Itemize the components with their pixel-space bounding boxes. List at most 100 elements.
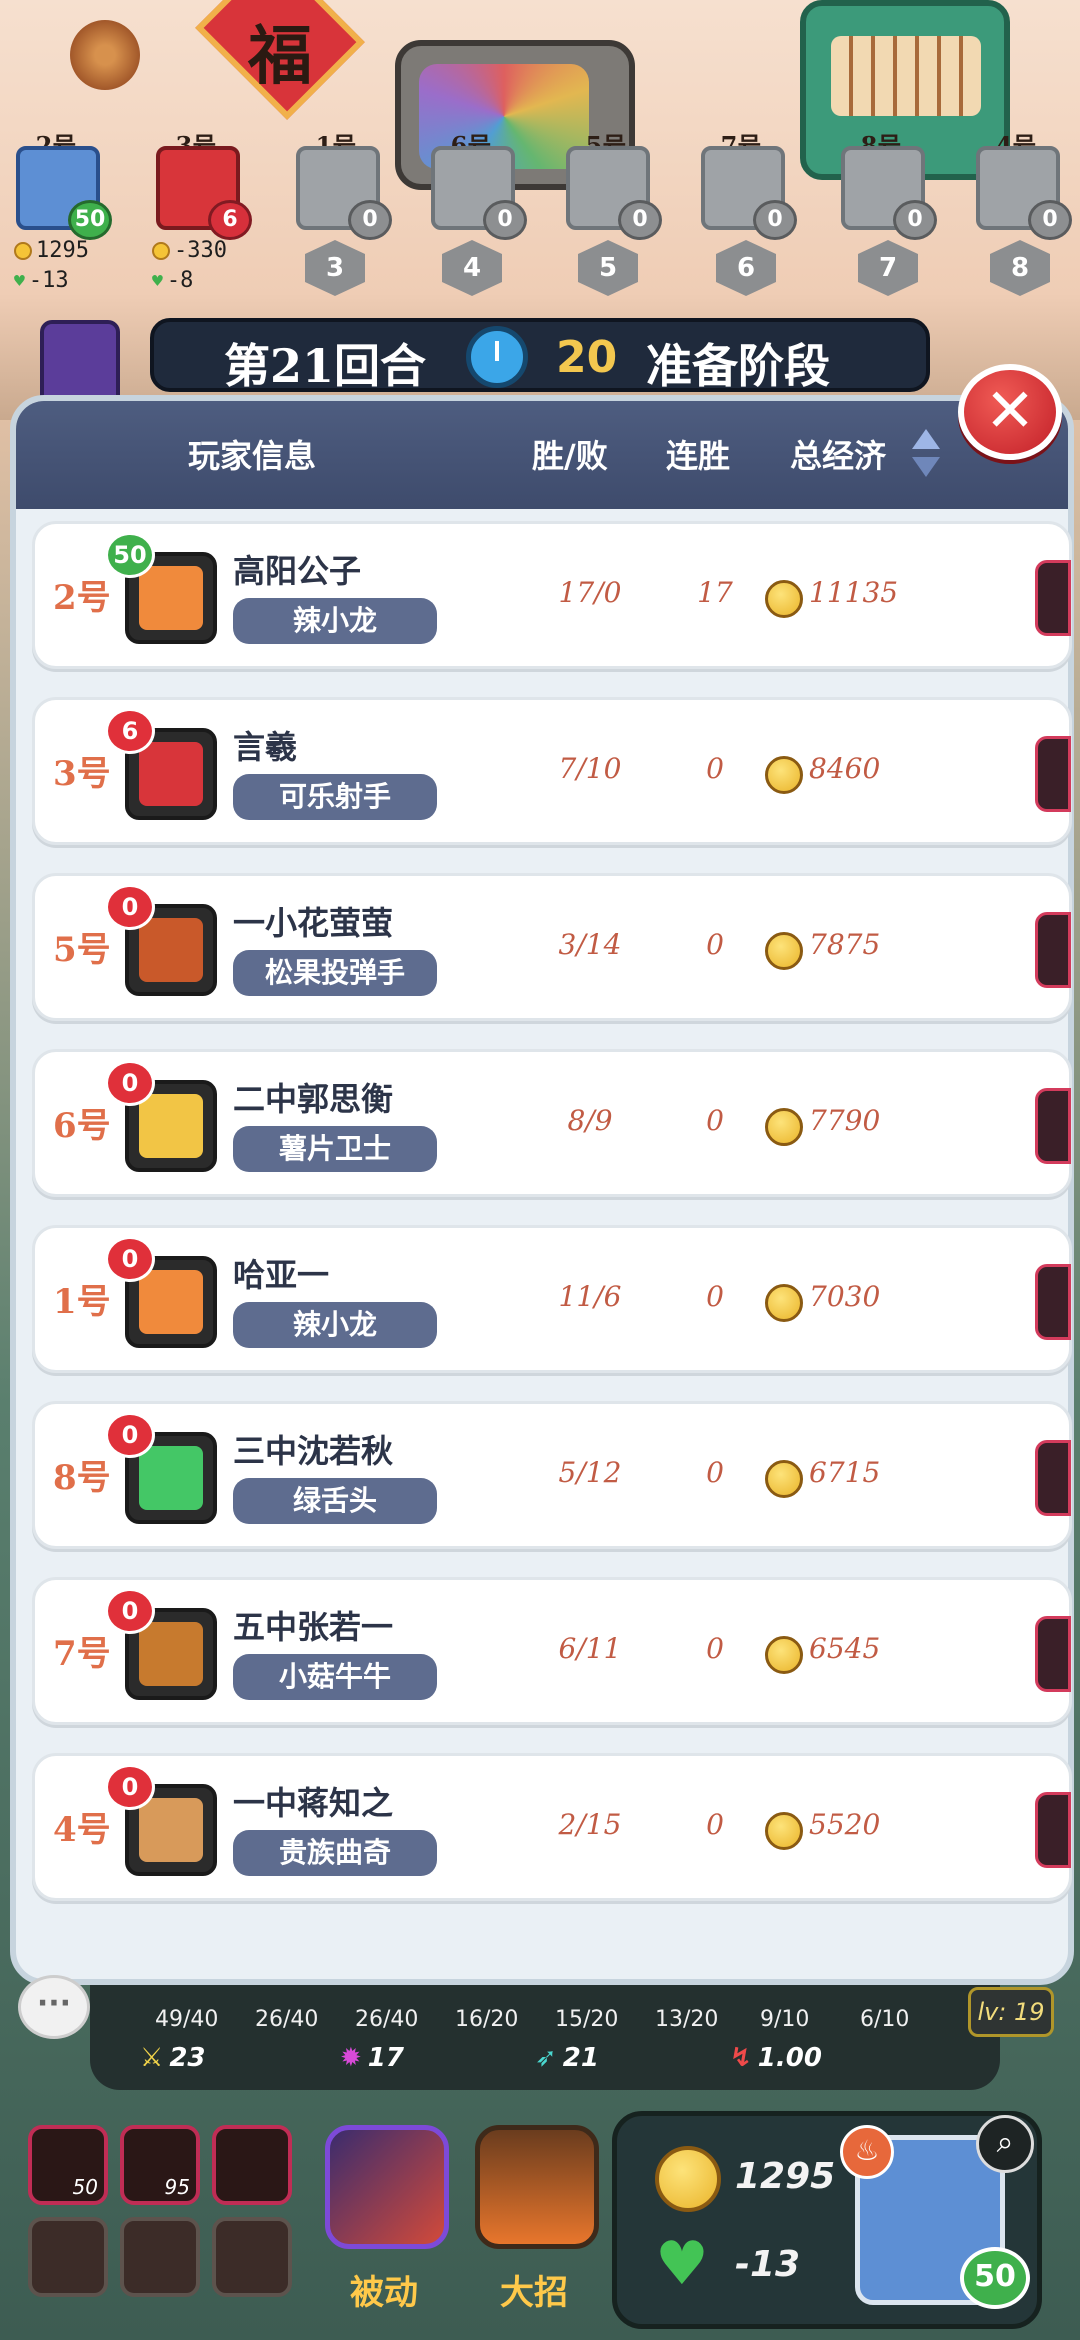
player-row[interactable]: 3号 6 言羲 可乐射手 7/10 0 8460: [32, 697, 1072, 845]
synergy-progress: 26/40: [255, 2007, 319, 2032]
magnifier-icon[interactable]: ⌕: [976, 2115, 1034, 2173]
close-button[interactable]: ✕: [958, 364, 1062, 460]
total-economy: 7790: [809, 1104, 881, 1137]
phase-label: 准备阶段: [646, 339, 830, 393]
header-win-loss[interactable]: 胜/败: [532, 431, 608, 477]
bomb-item[interactable]: [120, 2217, 200, 2297]
heart-icon: 6: [208, 200, 252, 240]
row-seat: 5号: [53, 930, 111, 970]
passive-skill-button[interactable]: [325, 2125, 449, 2249]
sword-icon: ⚔: [140, 2043, 164, 2073]
coin-icon: [765, 580, 803, 618]
passive-skill-label: 被动: [350, 2273, 418, 2313]
win-loss: 3/14: [558, 928, 622, 961]
burst-icon: ✹: [340, 2043, 362, 2073]
lightning-icon: ↯: [730, 2043, 752, 2073]
scoreboard-header: 玩家信息 胜/败 连胜 总经济: [16, 401, 1068, 509]
win-loss: 2/15: [558, 1808, 622, 1841]
ultimate-skill-label: 大招: [500, 2273, 568, 2313]
player-slots: 2号 50 3号 6 1号 0 6号 0 5号 0 7号 0: [10, 130, 1080, 250]
fu-text: 福: [248, 19, 312, 94]
player-row[interactable]: 7号 0 五中张若一 小菇牛牛 6/11 0 6545: [32, 1577, 1072, 1725]
coin-icon: [765, 1812, 803, 1850]
gramophone-decor: [70, 20, 140, 90]
win-streak: 0: [706, 1280, 724, 1313]
stats-bar: 49/40 26/40 26/40 16/20 15/20 13/20 9/10…: [90, 1985, 1000, 2090]
header-streak[interactable]: 连胜: [666, 431, 730, 477]
win-loss: 8/9: [567, 1104, 613, 1137]
total-economy: 7030: [809, 1280, 881, 1313]
round-status-bar: 第21回合 20 准备阶段: [150, 318, 930, 393]
bottom-hud: 49/40 26/40 26/40 16/20 15/20 13/20 9/10…: [0, 1975, 1080, 2340]
header-player-info: 玩家信息: [188, 437, 317, 475]
position-badge: 3: [305, 240, 365, 296]
row-seat: 6号: [53, 1106, 111, 1146]
gun-item[interactable]: [212, 2217, 292, 2297]
player-row[interactable]: 6号 0 二中郭思衡 薯片卫士 8/9 0 7790: [32, 1049, 1072, 1197]
item-tab[interactable]: [1035, 912, 1071, 988]
hero-name: 可乐射手: [233, 774, 437, 820]
item-tab[interactable]: [1035, 1088, 1071, 1164]
fire-icon[interactable]: ♨: [840, 2125, 894, 2179]
coin-pack-item[interactable]: 95: [120, 2125, 200, 2205]
position-badge: 4: [442, 240, 502, 296]
ultimate-skill-button[interactable]: [475, 2125, 599, 2249]
letter-item[interactable]: [212, 2125, 292, 2205]
item-tab[interactable]: [1035, 560, 1071, 636]
item-tab[interactable]: [1035, 1616, 1071, 1692]
synergy-progress: 13/20: [655, 2007, 719, 2032]
player-row[interactable]: 1号 0 哈亚一 辣小龙 11/6 0 7030: [32, 1225, 1072, 1373]
player-row[interactable]: 5号 0 一小花萤萤 松果投弹手 3/14 0 7875: [32, 873, 1072, 1021]
player-name: 二中郭思衡: [233, 1080, 394, 1118]
synergy-progress: 26/40: [355, 2007, 419, 2032]
row-seat: 7号: [53, 1634, 111, 1674]
broken-heart-icon: ♥: [655, 2229, 709, 2299]
sort-arrows-icon[interactable]: [912, 429, 942, 483]
player-name: 哈亚一: [233, 1256, 330, 1294]
hero-name: 贵族曲奇: [233, 1830, 437, 1876]
heart-icon: 0: [1028, 200, 1072, 240]
total-economy: 6715: [809, 1456, 881, 1489]
win-loss: 7/10: [558, 752, 622, 785]
win-streak: 0: [706, 1456, 724, 1489]
chat-icon[interactable]: ···: [18, 1975, 90, 2039]
header-economy[interactable]: 总经济: [790, 431, 886, 477]
player-row[interactable]: 2号 50 高阳公子 辣小龙 17/0 17 11135: [32, 521, 1072, 669]
coin-icon: [765, 932, 803, 970]
item-tab[interactable]: [1035, 1792, 1071, 1868]
coin-icon: [765, 1636, 803, 1674]
heart-icon: 0: [483, 200, 527, 240]
hero-name: 松果投弹手: [233, 950, 437, 996]
win-streak: 0: [706, 1632, 724, 1665]
player-name: 一小花萤萤: [233, 904, 394, 942]
position-badge: 5: [578, 240, 638, 296]
win-streak: 17: [697, 576, 733, 609]
hero-name: 小菇牛牛: [233, 1654, 437, 1700]
win-loss: 5/12: [558, 1456, 622, 1489]
position-badge: 8: [990, 240, 1050, 296]
coin-icon: [765, 756, 803, 794]
synergy-progress: 49/40: [155, 2007, 219, 2032]
row-seat: 8号: [53, 1458, 111, 1498]
item-tab[interactable]: [1035, 1264, 1071, 1340]
player-row[interactable]: 8号 0 三中沈若秋 绿舌头 5/12 0 6715: [32, 1401, 1072, 1549]
item-tab[interactable]: [1035, 1440, 1071, 1516]
total-economy: 11135: [809, 576, 899, 609]
heart-icon: 0: [105, 884, 155, 930]
win-streak: 0: [706, 1104, 724, 1137]
scoreboard-panel: 玩家信息 胜/败 连胜 总经济 2号 50 高阳公子 辣小龙 17/0 17 1…: [10, 395, 1074, 1985]
drink-item[interactable]: [28, 2217, 108, 2297]
hp-delta: -13: [735, 2244, 801, 2285]
win-loss: 17/0: [558, 576, 622, 609]
synergy-progress: 15/20: [555, 2007, 619, 2032]
heart-icon: 0: [105, 1236, 155, 1282]
heart-icon: 0: [105, 1060, 155, 1106]
row-seat: 3号: [53, 754, 111, 794]
gold-bar-item[interactable]: 50: [28, 2125, 108, 2205]
item-tab[interactable]: [1035, 736, 1071, 812]
attack-speed-stat: ↯ 1.00: [730, 2043, 822, 2073]
player-row[interactable]: 4号 0 一中蒋知之 贵族曲奇 2/15 0 5520: [32, 1753, 1072, 1901]
heart-icon: 0: [753, 200, 797, 240]
synergy-progress: 9/10: [760, 2007, 810, 2032]
heart-icon: 0: [348, 200, 392, 240]
